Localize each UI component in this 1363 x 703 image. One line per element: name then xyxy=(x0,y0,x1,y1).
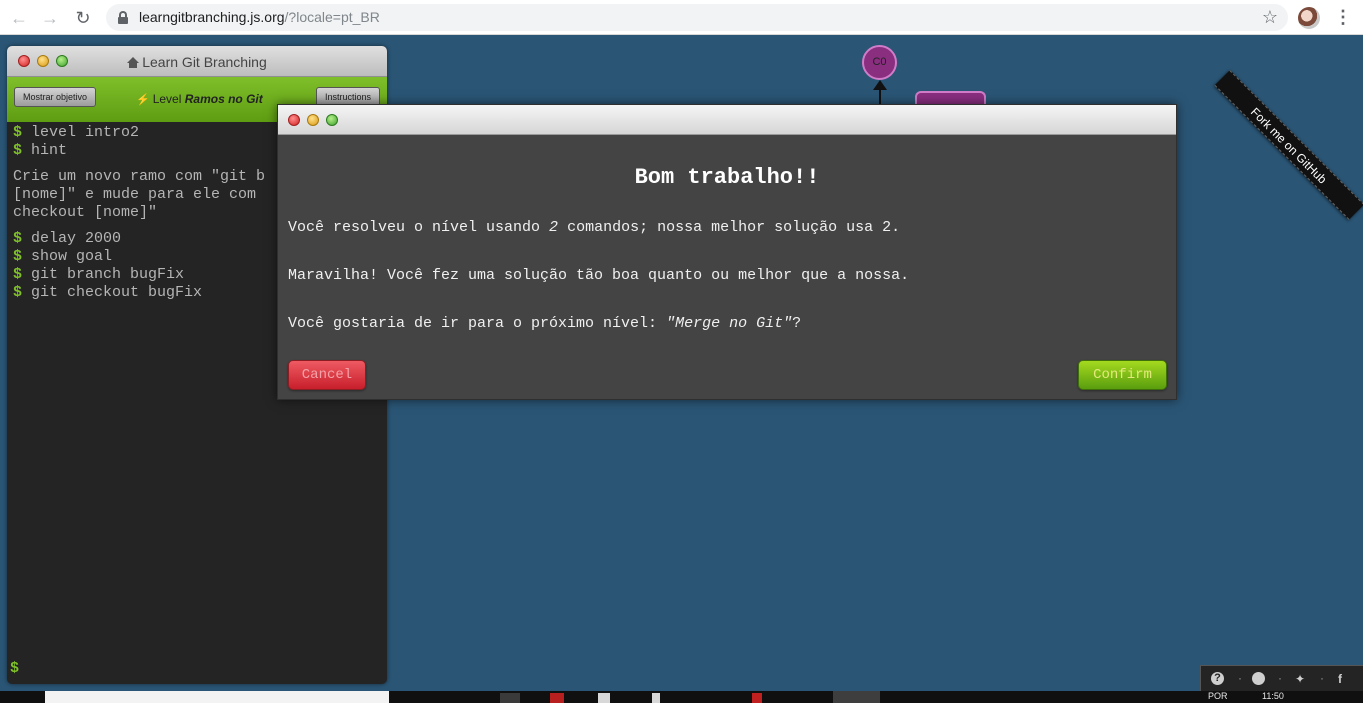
tray-clock[interactable]: 11:50 xyxy=(1262,691,1284,701)
forward-arrow-icon[interactable]: → xyxy=(38,6,62,30)
separator: · xyxy=(1278,671,1282,685)
close-dot-icon[interactable] xyxy=(288,114,300,126)
cancel-button[interactable]: Cancel xyxy=(288,360,366,390)
level-complete-dialog: Bom trabalho!! Você resolveu o nível usa… xyxy=(277,104,1177,400)
lock-icon xyxy=(118,11,128,24)
url-text: learngitbranching.js.org/?locale=pt_BR xyxy=(139,9,380,25)
command-input-prompt[interactable]: $ xyxy=(10,660,19,677)
maximize-dot-icon[interactable] xyxy=(326,114,338,126)
dialog-result-text: Você resolveu o nível usando 2 comandos;… xyxy=(288,219,901,236)
bookmark-star-icon[interactable]: ☆ xyxy=(1262,7,1278,28)
globe-icon[interactable] xyxy=(1252,672,1265,685)
taskbar-app-icon[interactable] xyxy=(598,693,610,703)
taskbar-app-icon[interactable] xyxy=(550,693,564,703)
help-icon[interactable]: ? xyxy=(1211,672,1224,685)
commit-node-c0[interactable]: C0 xyxy=(862,45,897,80)
profile-avatar[interactable] xyxy=(1298,7,1320,29)
level-indicator: ⚡ Level Ramos no Git xyxy=(136,92,263,106)
taskbar-app-icon[interactable] xyxy=(500,693,520,703)
bolt-icon: ⚡ xyxy=(136,94,150,106)
separator: · xyxy=(1320,671,1324,685)
dialog-next-level-text: Você gostaria de ir para o próximo nível… xyxy=(288,315,802,332)
confirm-button[interactable]: Confirm xyxy=(1078,360,1167,390)
os-taskbar: POR 11:50 xyxy=(0,691,1363,703)
browser-toolbar: ← → ↻ learngitbranching.js.org/?locale=p… xyxy=(0,0,1363,35)
dialog-heading: Bom trabalho!! xyxy=(634,165,820,190)
back-arrow-icon[interactable]: ← xyxy=(7,6,31,30)
twitter-icon[interactable]: ✦ xyxy=(1292,671,1308,687)
taskbar-app-icon[interactable] xyxy=(652,693,660,703)
browser-menu-icon[interactable]: ⋮ xyxy=(1334,6,1352,28)
show-objective-button[interactable]: Mostrar objetivo xyxy=(14,87,97,107)
level-name: Ramos no Git xyxy=(184,92,263,106)
fork-me-ribbon[interactable]: Fork me on GitHub xyxy=(1214,70,1363,220)
taskbar-app-icon[interactable] xyxy=(752,693,762,703)
taskbar-active-app[interactable] xyxy=(833,691,880,703)
dialog-titlebar xyxy=(278,105,1176,135)
reload-icon[interactable]: ↻ xyxy=(71,6,95,30)
taskbar-search-box[interactable] xyxy=(45,691,389,703)
address-bar[interactable]: learngitbranching.js.org/?locale=pt_BR ☆ xyxy=(106,4,1288,31)
home-icon xyxy=(127,57,140,68)
tray-language[interactable]: POR xyxy=(1208,691,1228,701)
separator: · xyxy=(1238,671,1242,685)
terminal-title: Learn Git Branching xyxy=(7,54,387,70)
facebook-icon[interactable]: f xyxy=(1332,671,1348,687)
minimize-dot-icon[interactable] xyxy=(307,114,319,126)
dialog-praise-text: Maravilha! Você fez uma solução tão boa … xyxy=(288,267,910,284)
terminal-titlebar: Learn Git Branching xyxy=(7,46,387,77)
